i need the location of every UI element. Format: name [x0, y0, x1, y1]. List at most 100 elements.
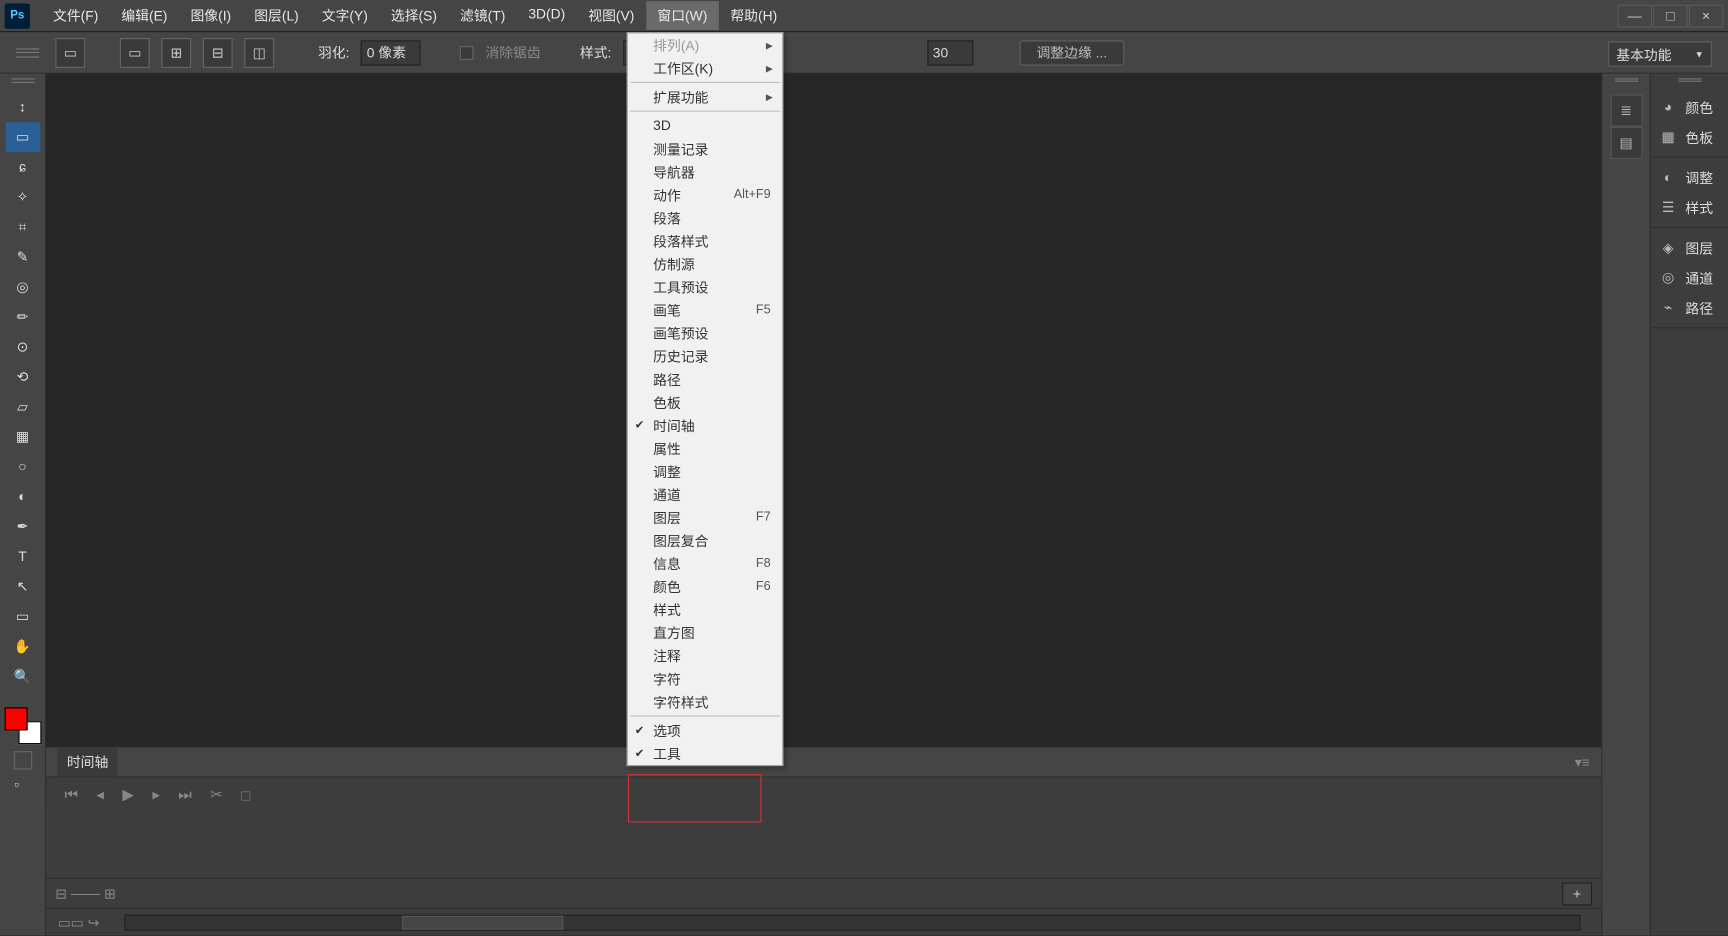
- menu-item-图层[interactable]: 图层F7: [628, 506, 782, 529]
- menu-编辑[interactable]: 编辑(E): [110, 1, 179, 30]
- panel-tab-调整[interactable]: ◐调整: [1651, 162, 1728, 192]
- menu-窗口[interactable]: 窗口(W): [646, 1, 719, 30]
- timeline-control-6[interactable]: □: [241, 786, 250, 803]
- timeline-control-5[interactable]: ✂: [210, 786, 223, 804]
- tool-move[interactable]: ↕: [5, 92, 40, 122]
- tool-magic-wand[interactable]: ✧: [5, 182, 40, 212]
- menu-item-段落[interactable]: 段落: [628, 206, 782, 229]
- tool-spot-heal[interactable]: ◎: [5, 272, 40, 302]
- panel-tab-通道[interactable]: ◎通道: [1651, 263, 1728, 293]
- tool-eraser[interactable]: ▱: [5, 392, 40, 422]
- tool-gradient[interactable]: ▦: [5, 422, 40, 452]
- menu-滤镜[interactable]: 滤镜(T): [449, 1, 517, 30]
- panel-menu-icon[interactable]: ▾≡: [1575, 754, 1590, 770]
- menu-item-通道[interactable]: 通道: [628, 483, 782, 506]
- close-button[interactable]: ×: [1689, 4, 1724, 27]
- quickmask-toggle[interactable]: [13, 751, 31, 769]
- properties-icon[interactable]: ▤: [1610, 127, 1642, 159]
- timeline-control-3[interactable]: ▸: [152, 786, 160, 804]
- menu-item-字符[interactable]: 字符: [628, 667, 782, 690]
- panel-tab-路径[interactable]: ⌁路径: [1651, 293, 1728, 323]
- tool-eyedropper[interactable]: ✎: [5, 242, 40, 272]
- menu-item-时间轴[interactable]: 时间轴: [628, 414, 782, 437]
- menu-item-颜色[interactable]: 颜色F6: [628, 575, 782, 598]
- tool-blur[interactable]: ○: [5, 452, 40, 482]
- panel-tab-颜色[interactable]: ◕颜色: [1651, 92, 1728, 122]
- timeline-control-2[interactable]: ▶: [122, 786, 134, 804]
- tool-pen[interactable]: ✒: [5, 511, 40, 541]
- maximize-button[interactable]: □: [1653, 4, 1688, 27]
- menu-item-3D[interactable]: 3D: [628, 114, 782, 137]
- tool-clone[interactable]: ⊙: [5, 332, 40, 362]
- panel-tab-样式[interactable]: ☰样式: [1651, 192, 1728, 222]
- feather-input[interactable]: [361, 40, 421, 65]
- screen-mode-icon[interactable]: ▫: [14, 776, 30, 792]
- menu-视图[interactable]: 视图(V): [577, 1, 646, 30]
- menu-item-工具[interactable]: 工具: [628, 742, 782, 765]
- menu-item-样式[interactable]: 样式: [628, 598, 782, 621]
- tool-history-brush[interactable]: ⟲: [5, 362, 40, 392]
- minimize-button[interactable]: —: [1617, 4, 1652, 27]
- canvas[interactable]: [46, 74, 1601, 747]
- menu-item-色板[interactable]: 色板: [628, 391, 782, 414]
- menu-图层[interactable]: 图层(L): [243, 1, 311, 30]
- menu-item-直方图[interactable]: 直方图: [628, 621, 782, 644]
- menu-item-字符样式[interactable]: 字符样式: [628, 690, 782, 713]
- menu-item-仿制源[interactable]: 仿制源: [628, 252, 782, 275]
- menu-图像[interactable]: 图像(I): [179, 1, 243, 30]
- tool-dodge[interactable]: ◐: [5, 482, 40, 512]
- menu-item-段落样式[interactable]: 段落样式: [628, 229, 782, 252]
- history-icon[interactable]: ≣: [1610, 94, 1642, 126]
- tool-hand[interactable]: ✋: [5, 631, 40, 661]
- foreground-color-swatch[interactable]: [4, 707, 27, 730]
- menu-item-工作区(K)[interactable]: 工作区(K): [628, 56, 782, 79]
- new-selection-icon[interactable]: ▭: [120, 37, 150, 67]
- menu-item-动作[interactable]: 动作Alt+F9: [628, 183, 782, 206]
- menu-文件[interactable]: 文件(F): [41, 1, 109, 30]
- panel-tab-图层[interactable]: ◈图层: [1651, 233, 1728, 263]
- menu-item-测量记录[interactable]: 测量记录: [628, 137, 782, 160]
- menu-帮助[interactable]: 帮助(H): [719, 1, 789, 30]
- status-scrollbar[interactable]: [125, 914, 1581, 930]
- menu-item-工具预设[interactable]: 工具预设: [628, 275, 782, 298]
- add-selection-icon[interactable]: ⊞: [161, 37, 191, 67]
- menu-item-属性[interactable]: 属性: [628, 437, 782, 460]
- timeline-control-0[interactable]: ⏮: [65, 786, 78, 804]
- menu-item-扩展功能[interactable]: 扩展功能: [628, 85, 782, 108]
- tool-lasso[interactable]: ɕ: [5, 152, 40, 182]
- refine-edge-button[interactable]: 调整边缘 ...: [1019, 40, 1124, 65]
- tool-type[interactable]: T: [5, 541, 40, 571]
- menu-item-图层复合[interactable]: 图层复合: [628, 529, 782, 552]
- height-input[interactable]: [927, 40, 973, 65]
- intersect-selection-icon[interactable]: ◫: [244, 37, 274, 67]
- tool-path-select[interactable]: ↖: [5, 571, 40, 601]
- panel-tab-色板[interactable]: ▦色板: [1651, 122, 1728, 152]
- menu-选择[interactable]: 选择(S): [379, 1, 448, 30]
- color-swatches[interactable]: [4, 707, 41, 744]
- tool-brush[interactable]: ✏: [5, 302, 40, 332]
- menu-文字[interactable]: 文字(Y): [310, 1, 379, 30]
- workspace-selector[interactable]: 基本功能▼: [1608, 41, 1712, 66]
- menu-item-画笔预设[interactable]: 画笔预设: [628, 321, 782, 344]
- timeline-zoom-icon[interactable]: ⊟ ─── ⊞: [55, 885, 115, 901]
- tool-crop[interactable]: ⌗: [5, 212, 40, 242]
- subtract-selection-icon[interactable]: ⊟: [203, 37, 233, 67]
- menu-3D[interactable]: 3D(D): [517, 1, 577, 30]
- menu-item-注释[interactable]: 注释: [628, 644, 782, 667]
- add-media-button[interactable]: +: [1562, 882, 1592, 905]
- scrollbar-thumb[interactable]: [402, 915, 563, 929]
- menu-item-选项[interactable]: 选项: [628, 719, 782, 742]
- menu-item-历史记录[interactable]: 历史记录: [628, 344, 782, 367]
- menu-item-画笔[interactable]: 画笔F5: [628, 298, 782, 321]
- timeline-track-area[interactable]: [46, 812, 1601, 878]
- tool-zoom[interactable]: 🔍: [5, 661, 40, 691]
- tool-shape[interactable]: ▭: [5, 601, 40, 631]
- menu-item-路径[interactable]: 路径: [628, 367, 782, 390]
- timeline-control-4[interactable]: ⏭: [178, 786, 191, 804]
- menu-item-导航器[interactable]: 导航器: [628, 160, 782, 183]
- tool-marquee[interactable]: ▭: [5, 122, 40, 152]
- timeline-control-1[interactable]: ◂: [96, 786, 104, 804]
- tool-preset-icon[interactable]: ▭: [55, 37, 85, 67]
- menu-item-信息[interactable]: 信息F8: [628, 552, 782, 575]
- menu-item-调整[interactable]: 调整: [628, 460, 782, 483]
